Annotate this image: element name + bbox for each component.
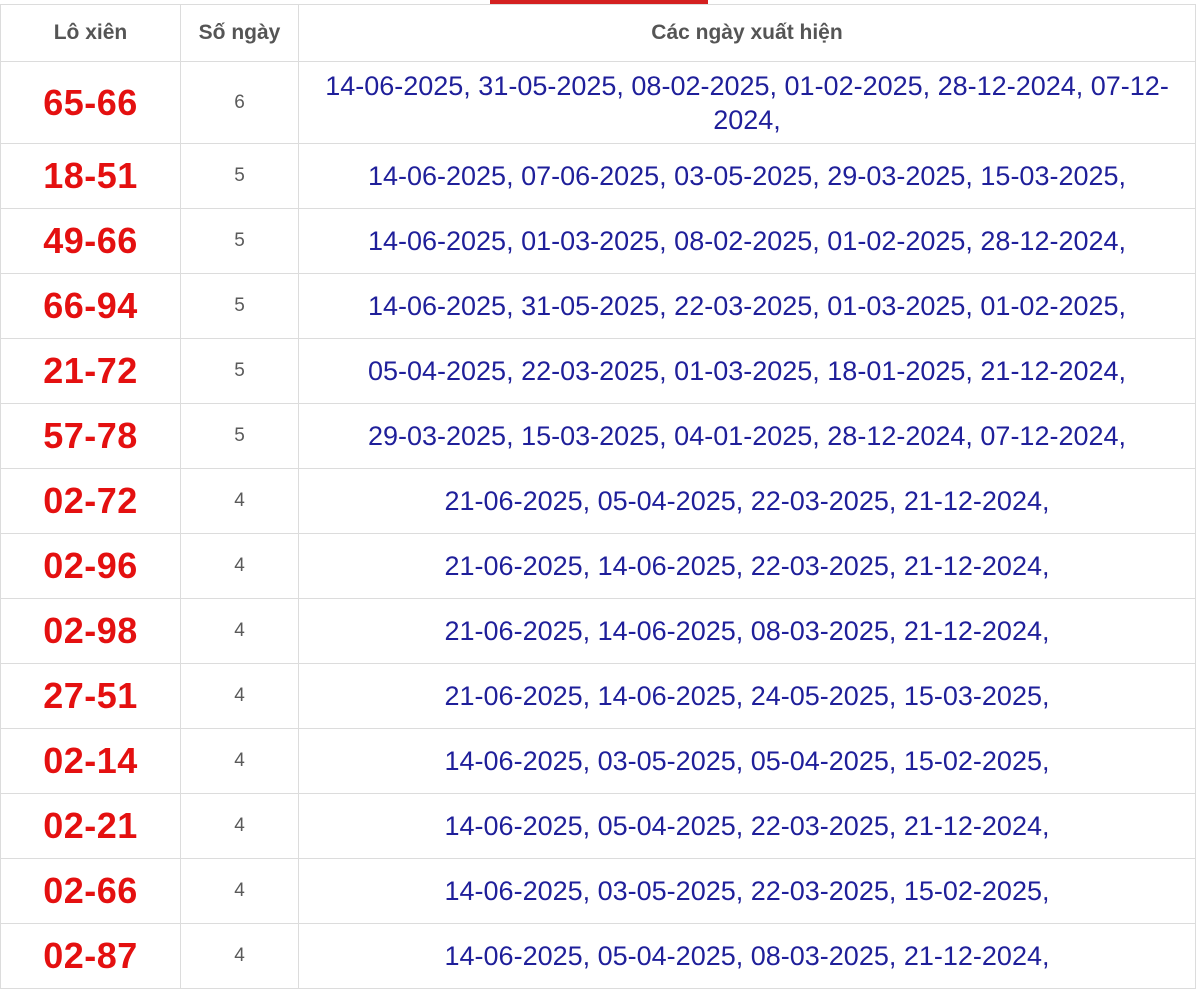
table-row: 02-66 4 14-06-2025, 03-05-2025, 22-03-20…: [0, 858, 1196, 924]
days-cell: 4: [180, 468, 299, 534]
header-pair: Lô xiên: [0, 4, 181, 62]
table-row: 21-72 5 05-04-2025, 22-03-2025, 01-03-20…: [0, 338, 1196, 404]
dates-cell: 21-06-2025, 05-04-2025, 22-03-2025, 21-1…: [298, 468, 1196, 534]
days-cell: 6: [180, 61, 299, 144]
pair-cell: 02-21: [0, 793, 181, 859]
pair-cell: 21-72: [0, 338, 181, 404]
dates-cell: 14-06-2025, 31-05-2025, 08-02-2025, 01-0…: [298, 61, 1196, 144]
dates-cell: 14-06-2025, 03-05-2025, 22-03-2025, 15-0…: [298, 858, 1196, 924]
days-cell: 4: [180, 663, 299, 729]
dates-cell: 29-03-2025, 15-03-2025, 04-01-2025, 28-1…: [298, 403, 1196, 469]
pair-cell: 18-51: [0, 143, 181, 209]
table-header-row: Lô xiên Số ngày Các ngày xuất hiện: [0, 4, 1196, 62]
days-cell: 5: [180, 338, 299, 404]
pair-cell: 57-78: [0, 403, 181, 469]
table-row: 49-66 5 14-06-2025, 01-03-2025, 08-02-20…: [0, 208, 1196, 274]
pair-cell: 02-98: [0, 598, 181, 664]
pair-cell: 66-94: [0, 273, 181, 339]
pair-cell: 02-14: [0, 728, 181, 794]
dates-cell: 21-06-2025, 14-06-2025, 24-05-2025, 15-0…: [298, 663, 1196, 729]
days-cell: 4: [180, 923, 299, 989]
days-cell: 4: [180, 793, 299, 859]
days-cell: 5: [180, 273, 299, 339]
table-row: 02-96 4 21-06-2025, 14-06-2025, 22-03-20…: [0, 533, 1196, 599]
days-cell: 5: [180, 208, 299, 274]
table-row: 57-78 5 29-03-2025, 15-03-2025, 04-01-20…: [0, 403, 1196, 469]
dates-cell: 14-06-2025, 05-04-2025, 22-03-2025, 21-1…: [298, 793, 1196, 859]
dates-cell: 14-06-2025, 01-03-2025, 08-02-2025, 01-0…: [298, 208, 1196, 274]
table-row: 02-72 4 21-06-2025, 05-04-2025, 22-03-20…: [0, 468, 1196, 534]
dates-cell: 21-06-2025, 14-06-2025, 22-03-2025, 21-1…: [298, 533, 1196, 599]
days-cell: 4: [180, 598, 299, 664]
pair-cell: 65-66: [0, 61, 181, 144]
dates-cell: 14-06-2025, 05-04-2025, 08-03-2025, 21-1…: [298, 923, 1196, 989]
header-dates: Các ngày xuất hiện: [298, 4, 1196, 62]
table-row: 02-87 4 14-06-2025, 05-04-2025, 08-03-20…: [0, 923, 1196, 989]
pair-cell: 02-66: [0, 858, 181, 924]
table-row: 02-14 4 14-06-2025, 03-05-2025, 05-04-20…: [0, 728, 1196, 794]
table-row: 27-51 4 21-06-2025, 14-06-2025, 24-05-20…: [0, 663, 1196, 729]
header-days: Số ngày: [180, 4, 299, 62]
table-row: 02-98 4 21-06-2025, 14-06-2025, 08-03-20…: [0, 598, 1196, 664]
pair-cell: 27-51: [0, 663, 181, 729]
days-cell: 5: [180, 143, 299, 209]
pair-cell: 02-87: [0, 923, 181, 989]
dates-cell: 14-06-2025, 03-05-2025, 05-04-2025, 15-0…: [298, 728, 1196, 794]
table-row: 18-51 5 14-06-2025, 07-06-2025, 03-05-20…: [0, 143, 1196, 209]
pair-cell: 02-96: [0, 533, 181, 599]
days-cell: 5: [180, 403, 299, 469]
table-row: 65-66 6 14-06-2025, 31-05-2025, 08-02-20…: [0, 61, 1196, 144]
pair-cell: 49-66: [0, 208, 181, 274]
dates-cell: 05-04-2025, 22-03-2025, 01-03-2025, 18-0…: [298, 338, 1196, 404]
dates-cell: 14-06-2025, 07-06-2025, 03-05-2025, 29-0…: [298, 143, 1196, 209]
days-cell: 4: [180, 858, 299, 924]
days-cell: 4: [180, 728, 299, 794]
table-row: 02-21 4 14-06-2025, 05-04-2025, 22-03-20…: [0, 793, 1196, 859]
pair-cell: 02-72: [0, 468, 181, 534]
dates-cell: 21-06-2025, 14-06-2025, 08-03-2025, 21-1…: [298, 598, 1196, 664]
days-cell: 4: [180, 533, 299, 599]
table-row: 66-94 5 14-06-2025, 31-05-2025, 22-03-20…: [0, 273, 1196, 339]
lo-xien-table: Lô xiên Số ngày Các ngày xuất hiện 65-66…: [0, 4, 1196, 989]
dates-cell: 14-06-2025, 31-05-2025, 22-03-2025, 01-0…: [298, 273, 1196, 339]
